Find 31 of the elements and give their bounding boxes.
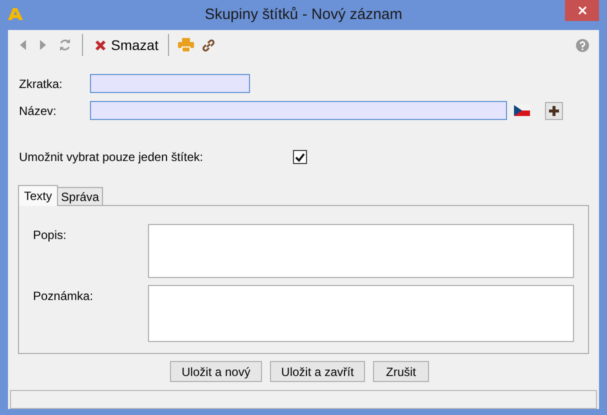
help-icon[interactable] xyxy=(576,38,589,52)
dialog-button[interactable]: Uložit a zavřít xyxy=(270,361,365,382)
logo-icon xyxy=(8,8,24,20)
checkbox[interactable] xyxy=(293,150,307,164)
close-button[interactable] xyxy=(565,0,599,21)
printer-icon[interactable] xyxy=(178,38,194,52)
delete-button[interactable]: Smazat xyxy=(91,34,162,56)
field-label: Název: xyxy=(19,102,58,120)
forward-icon[interactable] xyxy=(40,40,46,50)
tab[interactable]: Texty xyxy=(18,185,58,206)
checkbox-label: Umožnit vybrat pouze jeden štítek: xyxy=(19,149,204,166)
input-field[interactable] xyxy=(90,101,507,120)
window-title: Skupiny štítků - Nový záznam xyxy=(204,4,402,25)
field-label: Popis: xyxy=(33,227,68,244)
field-label: Poznámka: xyxy=(33,288,94,305)
dialog-button[interactable]: Uložit a nový xyxy=(170,361,262,382)
back-icon[interactable] xyxy=(20,40,26,50)
field-label: Zkratka: xyxy=(19,76,64,92)
close-icon xyxy=(578,6,586,15)
check-icon xyxy=(295,152,305,162)
input-field[interactable] xyxy=(90,74,250,93)
link-icon[interactable] xyxy=(201,38,216,52)
delete-icon xyxy=(95,40,106,50)
flag-icon[interactable] xyxy=(514,105,530,116)
add-button[interactable] xyxy=(545,102,563,120)
text-area[interactable] xyxy=(148,224,574,278)
dialog-button[interactable]: Zrušit xyxy=(373,361,429,382)
plus-icon xyxy=(549,106,559,116)
text-area[interactable] xyxy=(148,285,574,342)
refresh-icon[interactable] xyxy=(58,38,72,52)
tab[interactable]: Správa xyxy=(58,187,104,205)
